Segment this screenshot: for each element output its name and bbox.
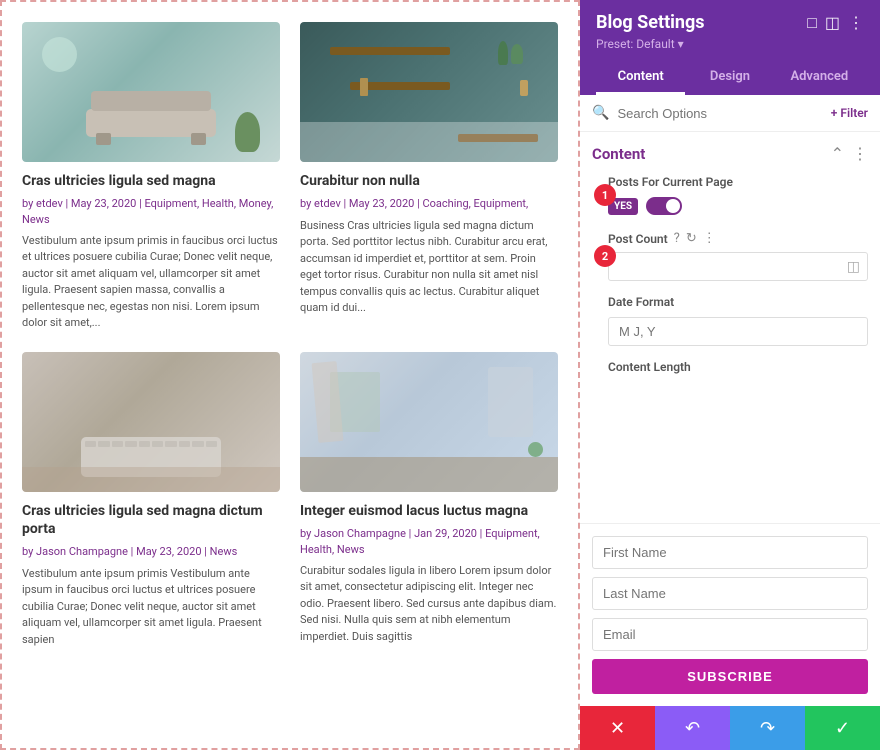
post-excerpt-3: Vestibulum ante ipsum primis Vestibulum … (22, 566, 280, 649)
step-badge-1: 1 (594, 184, 616, 206)
undo-button[interactable]: ↶ (655, 706, 730, 750)
post-excerpt-1: Vestibulum ante ipsum primis in faucibus… (22, 233, 280, 332)
step-badge-2: 2 (594, 245, 616, 267)
post-meta-1: by etdev | May 23, 2020 | Equipment, Hea… (22, 196, 280, 227)
post-title-1: Cras ultricies ligula sed magna (22, 172, 280, 190)
search-bar: 🔍 + Filter (580, 95, 880, 132)
more-icon[interactable]: ⋮ (848, 13, 864, 32)
post-count-label-row: Post Count ? ↻ ⋮ (608, 231, 868, 246)
post-count-field: 2 Post Count ? ↻ ⋮ 6 ◫ (608, 231, 868, 281)
date-format-field: Date Format (608, 295, 868, 360)
panel-header: Blog Settings □ ◫ ⋮ Preset: Default ▾ Co… (580, 0, 880, 95)
post-meta-3: by Jason Champagne | May 23, 2020 | News (22, 544, 280, 559)
panel-content-area: Content ⌃ ⋮ 1 Posts For Current Page YES… (580, 132, 880, 706)
filter-label: + Filter (831, 106, 868, 120)
post-count-label: Post Count (608, 232, 668, 246)
blog-grid: Cras ultricies ligula sed magna by etdev… (22, 22, 558, 648)
collapse-icon[interactable]: ⌃ (831, 144, 844, 163)
blog-post-4: Integer euismod lacus luctus magna by Ja… (300, 352, 558, 648)
content-length-field: Content Length (608, 360, 868, 374)
panel-preset[interactable]: Preset: Default ▾ (596, 37, 864, 51)
panel-header-icons: □ ◫ ⋮ (807, 13, 864, 33)
post-count-input-icon: ◫ (847, 259, 860, 275)
redo-button[interactable]: ↷ (730, 706, 805, 750)
post-count-input[interactable]: 6 (608, 252, 868, 281)
tab-design[interactable]: Design (685, 61, 774, 95)
cancel-button[interactable]: ✕ (580, 706, 655, 750)
posts-current-page-label: Posts For Current Page (608, 175, 868, 189)
email-input[interactable] (592, 618, 868, 651)
subscribe-button[interactable]: SUBSCRIBE (592, 659, 868, 694)
layout-icon[interactable]: ◫ (825, 13, 840, 32)
first-name-input[interactable] (592, 536, 868, 569)
date-format-input[interactable] (608, 317, 868, 346)
date-format-label: Date Format (608, 295, 868, 309)
section-title: Content (592, 145, 645, 163)
posts-current-page-field: 1 Posts For Current Page YES (608, 175, 868, 215)
action-bar: ✕ ↶ ↷ ✓ (580, 706, 880, 750)
search-icon: 🔍 (592, 105, 609, 121)
section-more-icon[interactable]: ⋮ (852, 144, 868, 163)
section-controls: ⌃ ⋮ (831, 144, 868, 163)
tab-advanced[interactable]: Advanced (775, 61, 864, 95)
toggle-row: YES (608, 197, 868, 215)
content-length-label: Content Length (608, 360, 868, 374)
subscribe-form: SUBSCRIBE (580, 523, 880, 706)
post-title-4: Integer euismod lacus luctus magna (300, 502, 558, 520)
post-title-2: Curabitur non nulla (300, 172, 558, 190)
post-excerpt-4: Curabitur sodales ligula in libero Lorem… (300, 563, 558, 646)
post-image-1 (22, 22, 280, 162)
post-count-help-icon[interactable]: ? (674, 231, 680, 246)
post-meta-4: by Jason Champagne | Jan 29, 2020 | Equi… (300, 526, 558, 557)
post-excerpt-2: Business Cras ultricies ligula sed magna… (300, 218, 558, 317)
post-image-3 (22, 352, 280, 492)
post-count-reset-icon[interactable]: ↻ (686, 231, 697, 246)
post-image-2 (300, 22, 558, 162)
content-section-header: Content ⌃ ⋮ (592, 144, 868, 163)
tab-content[interactable]: Content (596, 61, 685, 95)
blog-preview-panel: Cras ultricies ligula sed magna by etdev… (0, 0, 580, 750)
search-input[interactable] (617, 106, 822, 121)
post-image-4 (300, 352, 558, 492)
post-count-input-wrapper: 6 ◫ (608, 252, 868, 281)
blog-post-2: Curabitur non nulla by etdev | May 23, 2… (300, 22, 558, 332)
blog-post-1: Cras ultricies ligula sed magna by etdev… (22, 22, 280, 332)
save-button[interactable]: ✓ (805, 706, 880, 750)
post-meta-2: by etdev | May 23, 2020 | Coaching, Equi… (300, 196, 558, 211)
settings-icon[interactable]: □ (807, 13, 817, 33)
panel-title: Blog Settings (596, 12, 705, 33)
post-title-3: Cras ultricies ligula sed magna dictum p… (22, 502, 280, 538)
blog-post-3: Cras ultricies ligula sed magna dictum p… (22, 352, 280, 648)
panel-tabs: Content Design Advanced (596, 61, 864, 95)
toggle-switch[interactable] (646, 197, 682, 215)
settings-panel: Blog Settings □ ◫ ⋮ Preset: Default ▾ Co… (580, 0, 880, 750)
post-count-more-icon[interactable]: ⋮ (703, 231, 716, 246)
panel-header-top: Blog Settings □ ◫ ⋮ (596, 12, 864, 33)
filter-button[interactable]: + Filter (831, 106, 868, 120)
last-name-input[interactable] (592, 577, 868, 610)
